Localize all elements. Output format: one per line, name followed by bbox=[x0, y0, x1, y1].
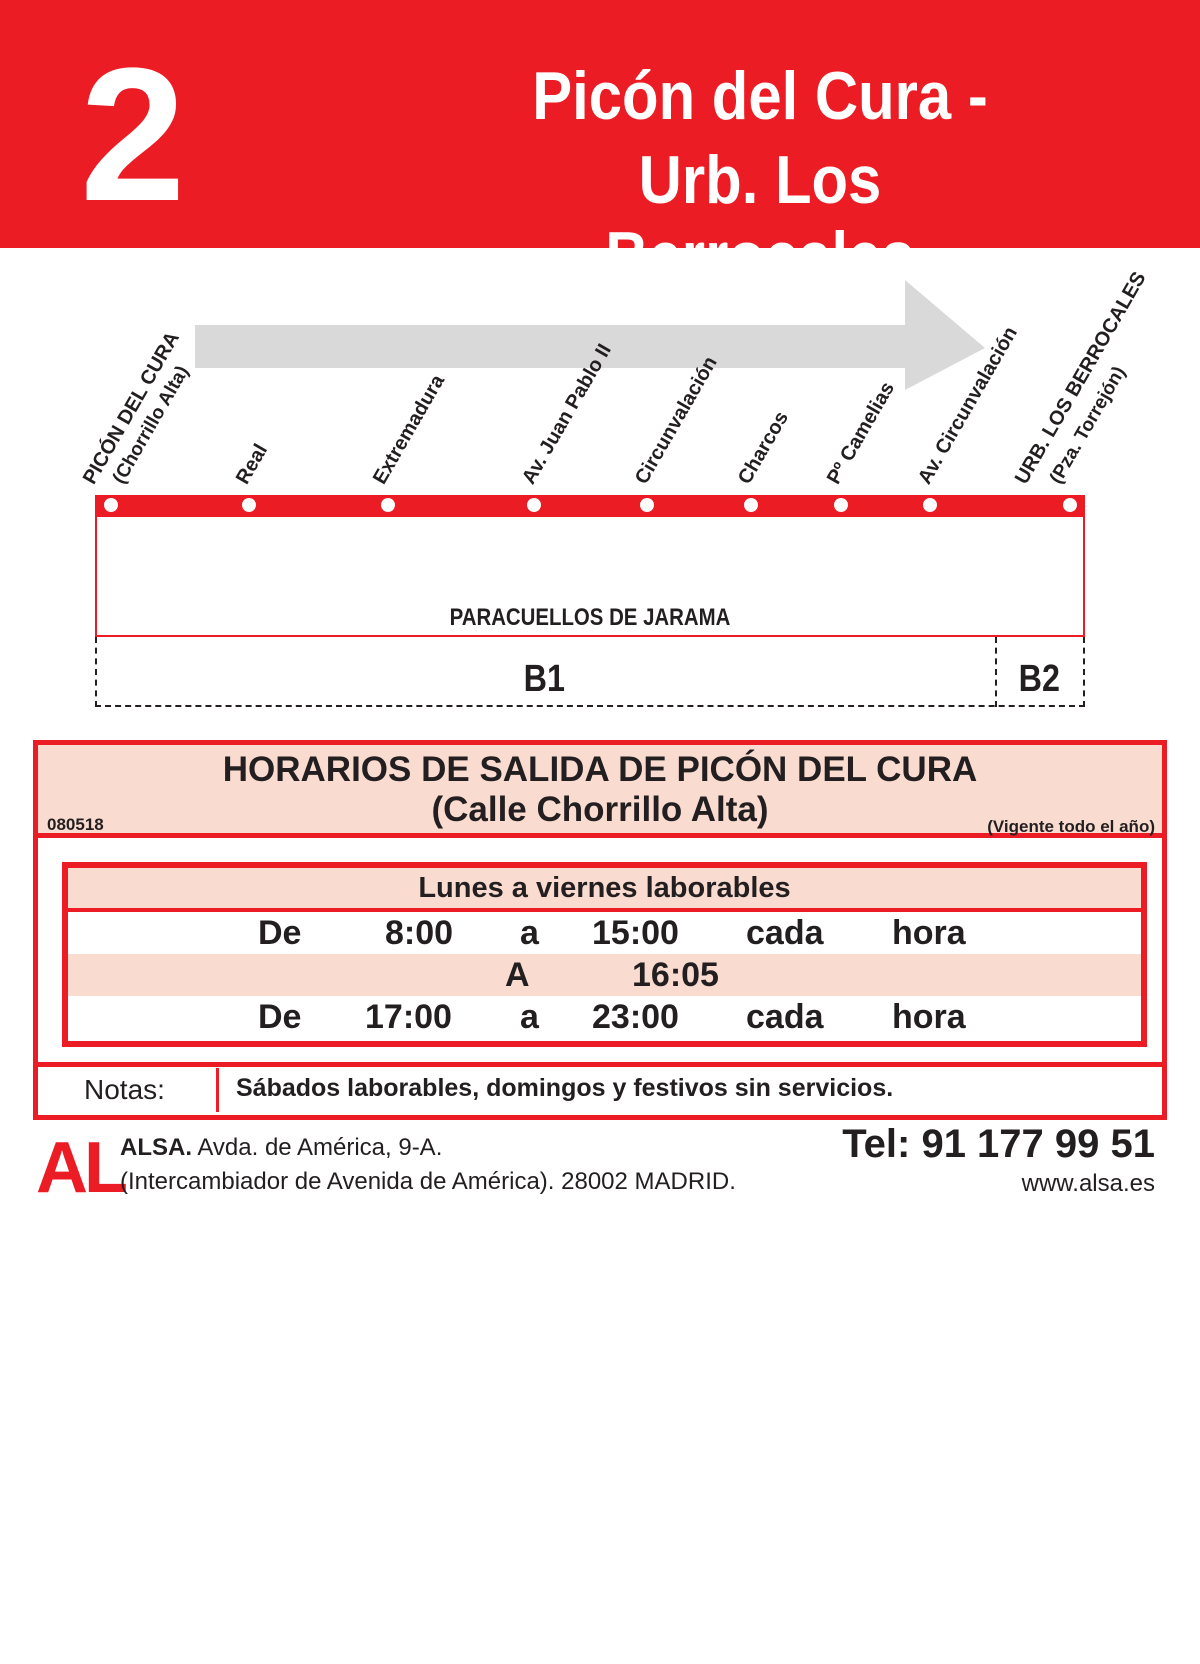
route-title-line1: Picón del Cura - bbox=[532, 58, 988, 134]
row-cell: 15:00 bbox=[592, 914, 679, 952]
validity-note: (Vigente todo el año) bbox=[987, 817, 1155, 836]
row-cell: 17:00 bbox=[365, 998, 452, 1036]
fare-zone-b1: B1 bbox=[523, 658, 565, 700]
stop-dot bbox=[640, 498, 654, 512]
notes-divider-top bbox=[38, 1062, 1162, 1067]
row-cell: a bbox=[520, 998, 539, 1036]
stop-dot bbox=[834, 498, 848, 512]
days-title: Lunes a viernes laborables bbox=[418, 872, 791, 904]
row-cell: 23:00 bbox=[592, 998, 679, 1036]
stop-dot bbox=[104, 498, 118, 512]
stop-dot bbox=[1063, 498, 1077, 512]
address-line1: ALSA. Avda. de América, 9-A. bbox=[120, 1134, 442, 1162]
row-cell: De bbox=[258, 914, 302, 952]
notes-label: Notas: bbox=[84, 1074, 165, 1105]
address-line2: (Intercambiador de Avenida de América). … bbox=[120, 1168, 736, 1195]
schedule-row bbox=[68, 954, 1141, 996]
stop-dot bbox=[242, 498, 256, 512]
stop-label: Pº Camelias bbox=[822, 378, 900, 488]
stop-label: Real bbox=[231, 440, 273, 488]
row-cell: cada bbox=[746, 914, 824, 952]
company-name: ALSA. bbox=[120, 1134, 192, 1161]
website-link[interactable]: www.alsa.es bbox=[900, 1170, 1155, 1198]
fare-zone-b2: B2 bbox=[1018, 658, 1060, 700]
notes-text: Sábados laborables, domingos y festivos … bbox=[236, 1074, 894, 1102]
route-number: 2 bbox=[80, 29, 186, 241]
row-cell: 16:05 bbox=[632, 956, 719, 994]
schedule-heading: HORARIOS DE SALIDA DE PICÓN DEL CURA bbox=[222, 750, 978, 789]
stop-dot bbox=[923, 498, 937, 512]
address-street: Avda. de América, 9-A. bbox=[192, 1134, 443, 1161]
row-cell: A bbox=[505, 956, 530, 994]
stop-dot bbox=[381, 498, 395, 512]
stop-dot bbox=[527, 498, 541, 512]
route-title-line2: Urb. Los Berrocales bbox=[605, 142, 915, 294]
fare-zone-box bbox=[95, 637, 1085, 707]
fare-zone-divider bbox=[995, 637, 997, 707]
row-cell: De bbox=[258, 998, 302, 1036]
row-cell: hora bbox=[892, 998, 966, 1036]
stop-dot bbox=[744, 498, 758, 512]
stop-label: Charcos bbox=[733, 407, 794, 488]
notes-divider bbox=[216, 1068, 219, 1112]
row-cell: 8:00 bbox=[385, 914, 454, 952]
alsa-logo: AL bbox=[36, 1128, 128, 1208]
phone-number[interactable]: Tel: 91 177 99 51 bbox=[820, 1122, 1155, 1167]
schedule-code: 080518 bbox=[47, 815, 104, 834]
row-cell: a bbox=[520, 914, 539, 952]
zone-label: PARACUELLOS DE JARAMA bbox=[449, 604, 731, 631]
row-cell: cada bbox=[746, 998, 824, 1036]
row-cell: hora bbox=[892, 914, 966, 952]
